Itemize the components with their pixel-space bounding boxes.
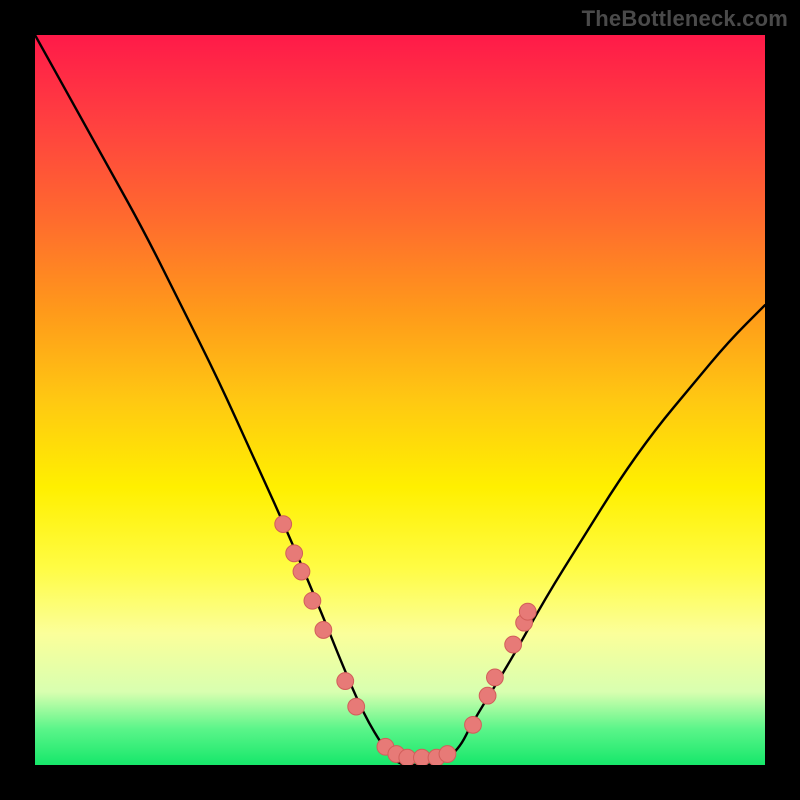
data-marker — [348, 698, 365, 715]
data-marker — [479, 687, 496, 704]
data-marker — [487, 669, 504, 686]
data-marker — [505, 636, 522, 653]
data-marker — [519, 603, 536, 620]
watermark-text: TheBottleneck.com — [582, 6, 788, 32]
data-marker — [439, 746, 456, 763]
data-marker — [275, 516, 292, 533]
data-marker — [315, 622, 332, 639]
data-marker — [286, 545, 303, 562]
data-marker — [465, 716, 482, 733]
chart-plot-area — [35, 35, 765, 765]
chart-frame: TheBottleneck.com — [0, 0, 800, 800]
chart-svg — [35, 35, 765, 765]
data-marker — [337, 673, 354, 690]
data-marker — [304, 592, 321, 609]
bottleneck-curve — [35, 35, 765, 765]
data-marker — [293, 563, 310, 580]
